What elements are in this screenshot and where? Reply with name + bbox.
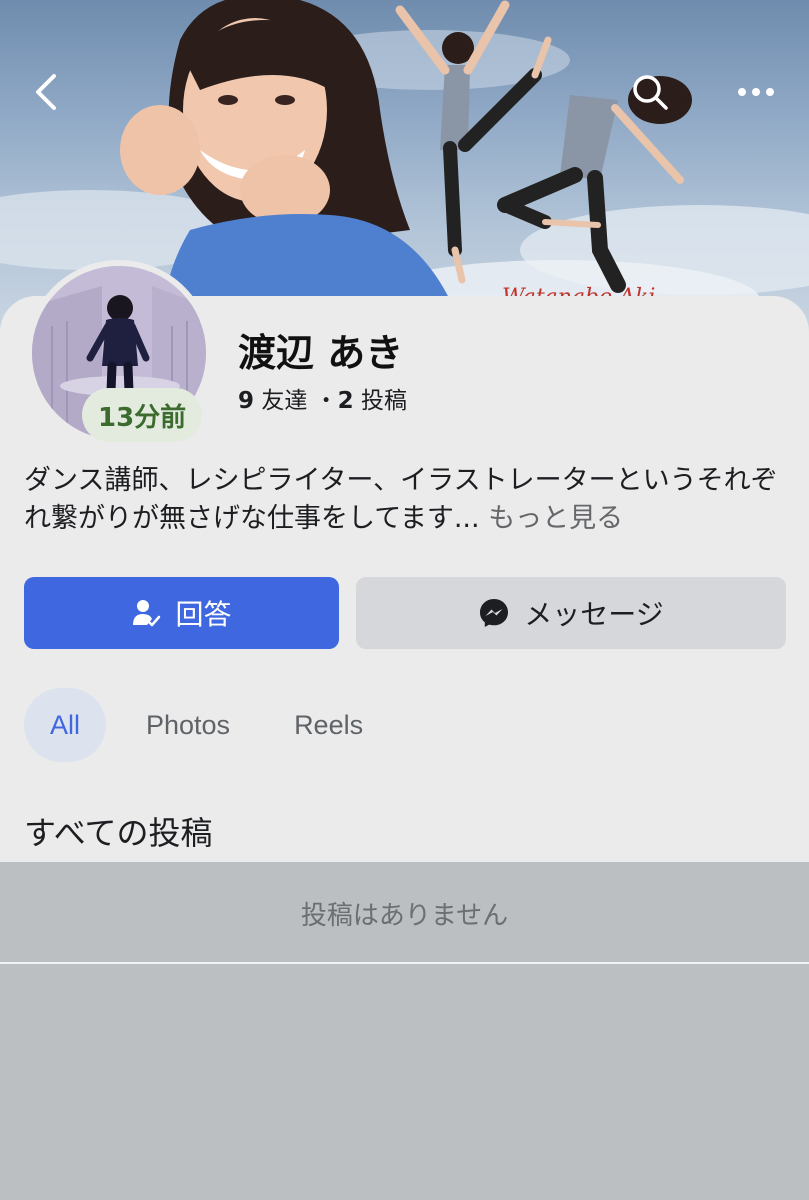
- last-active-badge: 13分前: [82, 388, 203, 442]
- section-divider: [0, 962, 809, 964]
- profile-stats: 9 友達 ・2 投稿: [238, 381, 407, 415]
- more-horizontal-icon: [738, 88, 774, 96]
- search-icon: [633, 75, 668, 110]
- person-check-icon: [131, 598, 161, 628]
- profile-bio: ダンス講師、レシピライター、イラストレーターというそれぞれ繋がりが無さげな仕事を…: [24, 462, 789, 538]
- posts-label: 投稿: [360, 388, 407, 414]
- tab-reels[interactable]: Reels: [294, 688, 363, 762]
- chevron-left-icon: [36, 74, 56, 110]
- search-button[interactable]: [622, 64, 678, 120]
- posts-count: 2: [337, 388, 354, 414]
- posts-section-title: すべての投稿: [24, 814, 213, 852]
- content-tabs: All Photos Reels: [24, 688, 363, 762]
- messenger-icon: [478, 597, 510, 629]
- bio-text: ダンス講師、レシピライター、イラストレーターというそれぞれ繋がりが無さげな仕事を…: [24, 465, 778, 534]
- see-more-link[interactable]: もっと見る: [488, 503, 623, 534]
- friends-count[interactable]: 9: [238, 388, 254, 414]
- stats-separator: ・: [314, 388, 338, 414]
- message-button[interactable]: メッセージ: [356, 577, 786, 649]
- friends-label[interactable]: 友達: [261, 388, 307, 414]
- more-options-button[interactable]: [728, 64, 784, 120]
- respond-label: 回答: [175, 598, 232, 631]
- empty-posts-message: 投稿はありません: [0, 864, 809, 962]
- tab-all[interactable]: All: [24, 688, 106, 762]
- message-label: メッセージ: [524, 598, 664, 631]
- tab-photos[interactable]: Photos: [146, 688, 230, 762]
- profile-name: 渡辺 あき: [238, 331, 404, 375]
- respond-button[interactable]: 回答: [24, 577, 339, 649]
- back-button[interactable]: [18, 64, 74, 120]
- profile-screen: Watanabe Aki: [0, 0, 809, 1200]
